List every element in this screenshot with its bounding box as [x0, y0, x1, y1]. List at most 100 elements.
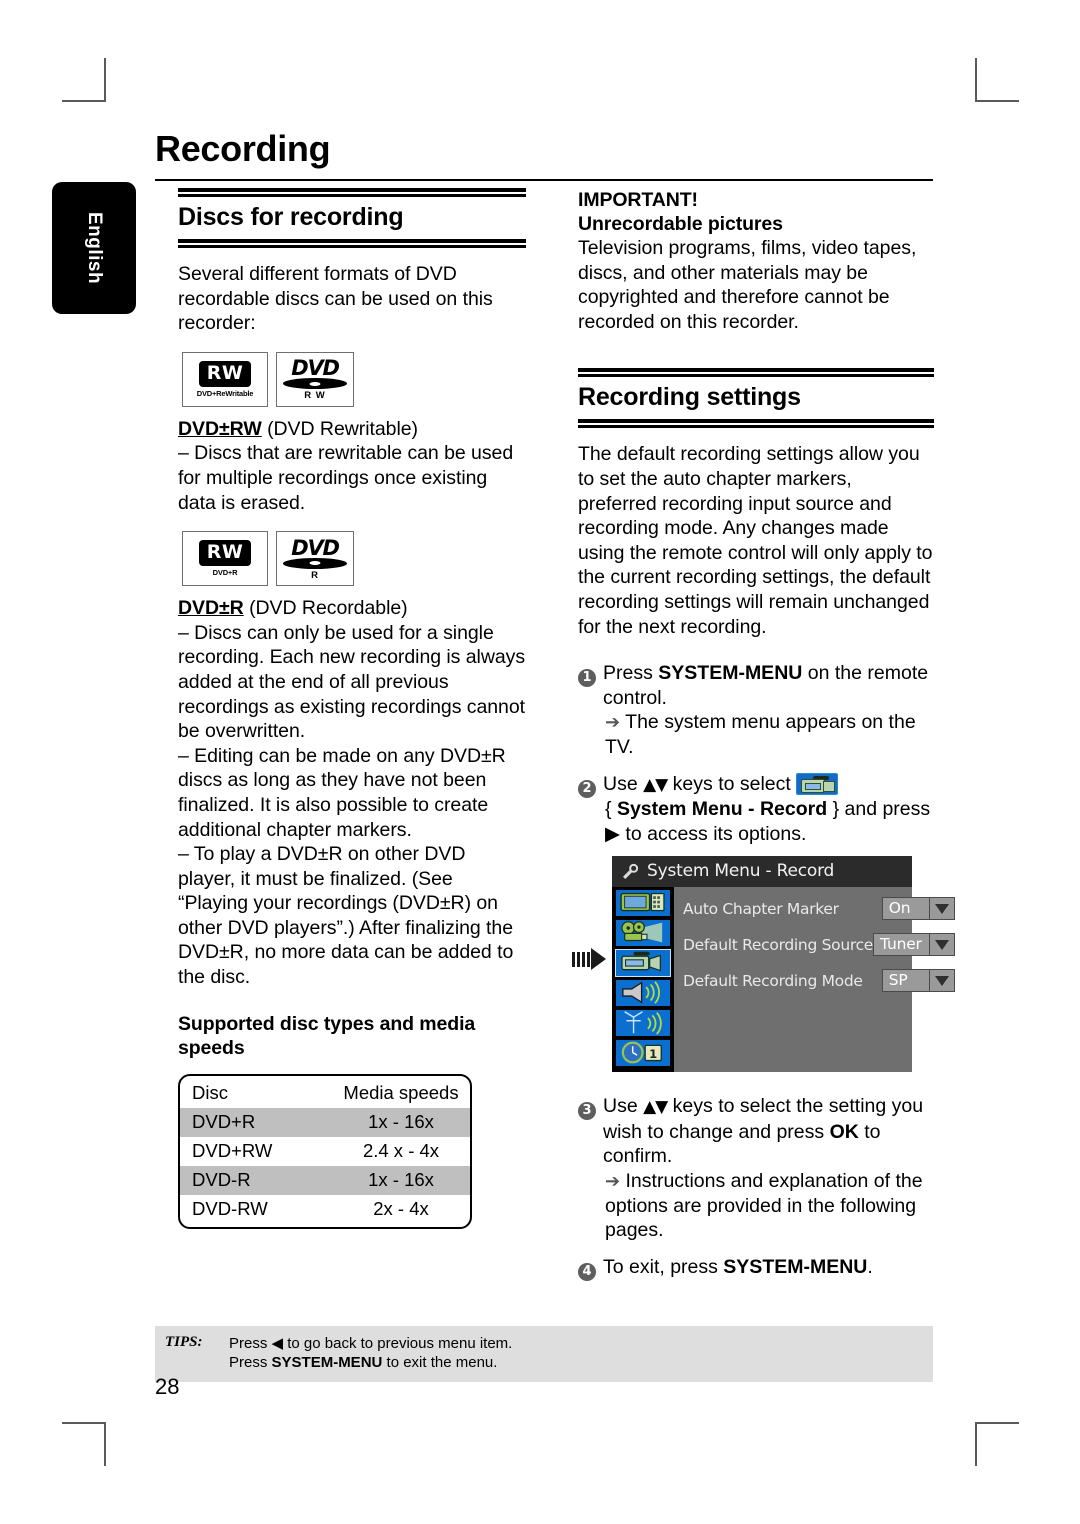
clock-timer-icon[interactable]: 1 [615, 1039, 671, 1068]
brace-close: } and press [827, 798, 931, 821]
dvd-r-definition: DVD±R (DVD Recordable) [178, 596, 526, 621]
osd-body: 1 Auto Chapter Marker On Default Recordi… [612, 887, 955, 1073]
updown-keys-icon: ▲▼ [643, 774, 668, 795]
settings-intro: The default recording settings allow you… [578, 443, 933, 638]
left-arrow-icon: ◀ [271, 1335, 284, 1352]
table-row: DVD+RW 2.4 x - 4x [180, 1137, 470, 1166]
step-2-mid: keys to select [667, 772, 797, 795]
step-number-badge: 2 [578, 772, 603, 847]
camcorder-record-icon [796, 772, 839, 795]
step-1-number: 1 [578, 669, 596, 688]
dvd-rw-term: DVD±RW [178, 417, 262, 440]
dvd-sub-r-label: R [311, 569, 319, 581]
brace-open: { [605, 798, 617, 821]
section-heading-discs-for-recording: Discs for recording [178, 188, 526, 248]
osd-value: Tuner [873, 933, 930, 957]
table-cell-disc: DVD+RW [192, 1139, 273, 1161]
right-column: IMPORTANT! Unrecordable pictures Televis… [572, 188, 955, 1281]
step-3-result-text: Instructions and explanation of the opti… [605, 1170, 923, 1242]
osd-settings-rows: Auto Chapter Marker On Default Recording… [674, 887, 961, 1072]
tv-monitor-glyph [620, 893, 665, 912]
table-header-disc: Disc [192, 1081, 228, 1103]
chevron-down-icon[interactable] [929, 933, 955, 957]
dvd-logo-graphic-2: DVD R [282, 535, 348, 581]
tips-line-1: Press ◀ to go back to previous menu item… [229, 1334, 512, 1353]
osd-value: On [881, 897, 930, 921]
tips-line-1-pre: Press [229, 1335, 272, 1352]
dvd-r-body-3: – To play a DVD±R on other DVD player, i… [178, 843, 514, 989]
table-heading: Supported disc types and media speeds [178, 1012, 476, 1059]
svg-text:1: 1 [649, 1047, 657, 1061]
chevron-down-icon[interactable] [929, 897, 955, 921]
dvd-rw-disc-logo: DVD R W [276, 351, 354, 407]
speaker-sound-icon[interactable] [615, 979, 671, 1008]
arrow-right-icon: ➔ [605, 1171, 621, 1192]
dvd-r-body-2: – Editing can be made on any DVD±R discs… [178, 744, 506, 841]
language-tab: English [52, 182, 136, 314]
film-projector-icon[interactable] [615, 919, 671, 948]
important-subtitle: Unrecordable pictures [578, 213, 783, 235]
osd-dropdown-default-recording-mode[interactable]: SP [881, 969, 955, 993]
step-3-result: ➔ Instructions and explanation of the op… [603, 1169, 934, 1243]
table-row: DVD-RW 2x - 4x [180, 1195, 470, 1227]
step-1-result-text: The system menu appears on the TV. [605, 711, 916, 758]
osd-row-default-recording-mode[interactable]: Default Recording Mode SP [674, 967, 961, 994]
important-body: Television programs, films, video tapes,… [578, 237, 917, 333]
osd-value: SP [881, 969, 930, 993]
step-4-number: 4 [578, 1262, 596, 1281]
tips-line-2-post: to exit the menu. [382, 1354, 498, 1371]
chevron-down-icon[interactable] [929, 969, 955, 993]
osd-row-auto-chapter-marker[interactable]: Auto Chapter Marker On [674, 895, 961, 922]
step-3: 3 Use ▲▼ keys to select the setting you … [578, 1094, 934, 1243]
tv-monitor-icon[interactable] [615, 889, 671, 918]
table-cell-disc: DVD+R [192, 1110, 256, 1132]
rw-caption-recordable: DVD+R [212, 568, 238, 578]
crop-mark-bottom-right [975, 1422, 1019, 1466]
rw-mark-label: RW [198, 360, 252, 387]
step-2-text: Use ▲▼ keys to select { System Menu - Re… [603, 772, 934, 847]
step-number-badge: 1 [578, 661, 603, 759]
table-cell-speed: 2.4 x - 4x [362, 1139, 440, 1161]
tips-footer: TIPS: Press ◀ to go back to previous men… [155, 1326, 933, 1382]
osd-dropdown-default-recording-source[interactable]: Tuner [873, 933, 955, 957]
step-1-text: Press SYSTEM-MENU on the remote control.… [603, 661, 934, 759]
step-2: 2 Use ▲▼ keys to select { System Menu - … [578, 772, 934, 847]
dvd-word-label-2: DVD [291, 535, 340, 560]
antenna-installation-icon[interactable] [615, 1009, 671, 1038]
tips-lines: Press ◀ to go back to previous menu item… [229, 1334, 512, 1372]
table-header-row: Disc Media speeds [180, 1076, 470, 1108]
crop-mark-top-right [975, 58, 1019, 102]
osd-dropdown-auto-chapter-marker[interactable]: On [881, 897, 955, 921]
table-row: DVD+R 1x - 16x [180, 1107, 470, 1137]
step-3-text: Use ▲▼ keys to select the setting you wi… [603, 1094, 934, 1243]
logo-row-rewritable: RW DVD+ReWritable DVD R W [182, 351, 526, 407]
tips-line-2-pre: Press [229, 1354, 272, 1371]
dvd-r-term: DVD±R [178, 597, 244, 620]
pointer-arrow-icon [572, 948, 606, 971]
crop-mark-top-left [62, 58, 106, 102]
step-2-menu-line: { System Menu - Record } and press [603, 797, 934, 822]
dvd-rw-definition: DVD±RW (DVD Rewritable) [178, 417, 526, 442]
dvd-word-label: DVD [291, 356, 340, 381]
camcorder-record-icon[interactable] [615, 949, 671, 978]
supported-disc-table: Disc Media speeds DVD+R 1x - 16x DVD+RW … [178, 1073, 472, 1229]
intro-paragraph: Several different formats of DVD recorda… [178, 263, 493, 335]
table-cell-speed: 1x - 16x [368, 1168, 434, 1190]
osd-label: Default Recording Source [683, 935, 874, 954]
heading-rule-top [178, 188, 526, 197]
dvd-sub-rw-label: R W [304, 390, 326, 402]
osd-row-default-recording-source[interactable]: Default Recording Source Tuner [674, 931, 961, 958]
tips-line-2: Press SYSTEM-MENU to exit the menu. [229, 1353, 512, 1372]
dvd-disc-ellipse [283, 378, 347, 390]
step-1-key: SYSTEM-MENU [658, 662, 803, 685]
page-number: 28 [155, 1374, 180, 1399]
tips-line-1-post: to go back to previous menu item. [283, 1335, 513, 1352]
osd-menu-screenshot: System Menu - Record 1 Auto Chapter Mark… [572, 856, 955, 1073]
arrow-right-icon: ➔ [605, 712, 621, 733]
crop-mark-bottom-left [62, 1422, 106, 1466]
updown-keys-icon: ▲▼ [643, 1097, 668, 1118]
table-cell-speed: 2x - 4x [373, 1197, 429, 1219]
rw-mark-label-2: RW [198, 539, 252, 566]
section-heading-text: Recording settings [578, 383, 801, 412]
dvd-disc-ellipse-2 [283, 557, 347, 569]
